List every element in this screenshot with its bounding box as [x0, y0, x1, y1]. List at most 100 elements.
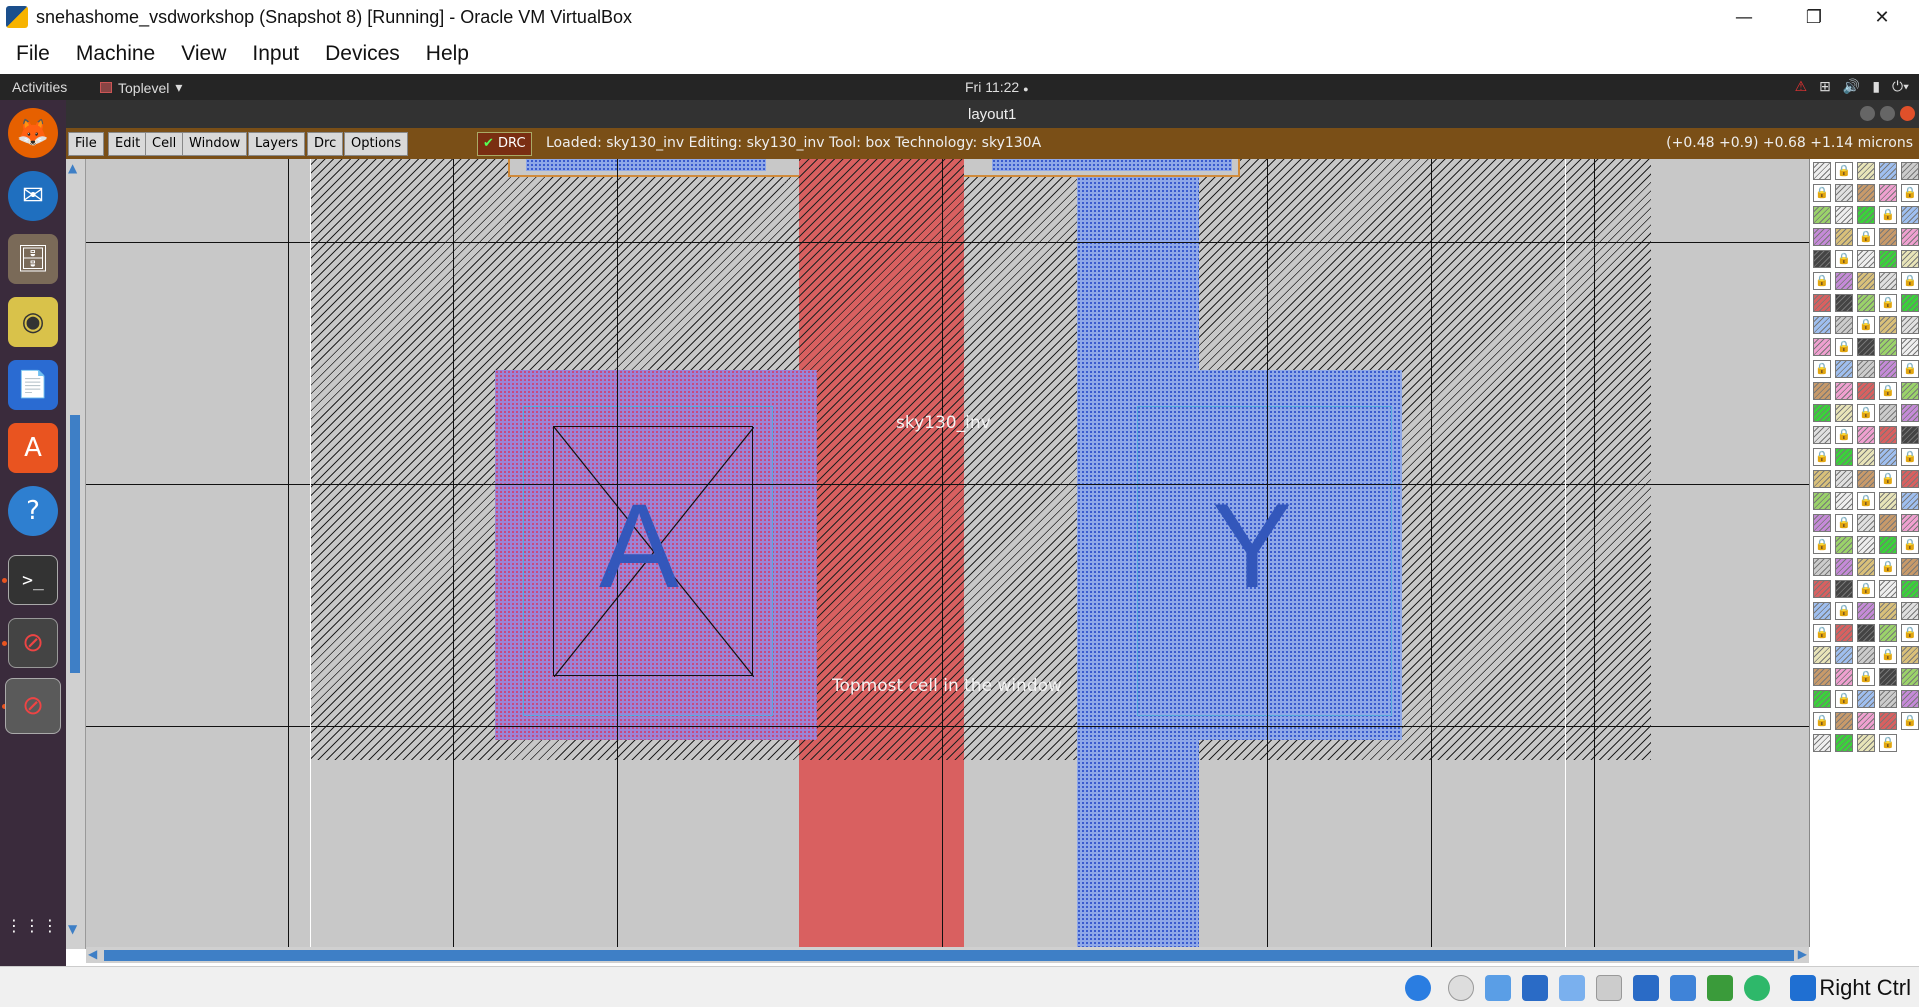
software-icon[interactable]: A	[8, 423, 58, 473]
layer-swatch[interactable]	[1857, 690, 1875, 708]
layer-swatch[interactable]: 🔒	[1879, 734, 1897, 752]
writer-icon[interactable]: 📄	[8, 360, 58, 410]
layer-swatch[interactable]	[1901, 316, 1919, 334]
layer-swatch[interactable]	[1879, 668, 1897, 686]
layer-swatch[interactable]	[1879, 602, 1897, 620]
layer-swatch[interactable]	[1857, 272, 1875, 290]
layer-swatch[interactable]	[1879, 228, 1897, 246]
layer-swatch[interactable]: 🔒	[1813, 360, 1831, 378]
layer-swatch[interactable]	[1857, 250, 1875, 268]
layer-swatch[interactable]	[1879, 162, 1897, 180]
layer-swatch[interactable]	[1813, 580, 1831, 598]
layer-swatch[interactable]	[1835, 294, 1853, 312]
layer-swatch[interactable]	[1901, 580, 1919, 598]
layer-swatch[interactable]	[1835, 184, 1853, 202]
layer-swatch[interactable]	[1835, 228, 1853, 246]
layer-swatch[interactable]	[1857, 338, 1875, 356]
magic-menu-options[interactable]: Options	[344, 132, 409, 156]
layer-swatch[interactable]	[1879, 690, 1897, 708]
app-menu[interactable]: Toplevel ▾	[100, 79, 182, 96]
layer-swatch[interactable]: 🔒	[1813, 272, 1831, 290]
power-menu-icon[interactable]: ⏻▾	[1892, 78, 1909, 95]
layer-swatch[interactable]	[1901, 382, 1919, 400]
layer-swatch[interactable]	[1835, 558, 1853, 576]
layer-swatch[interactable]	[1901, 338, 1919, 356]
rhythmbox-icon[interactable]: ◉	[8, 297, 58, 347]
layer-swatch[interactable]	[1879, 448, 1897, 466]
menu-input[interactable]: Input	[242, 42, 315, 66]
activities-button[interactable]: Activities	[12, 79, 67, 95]
layer-swatch[interactable]: 🔒	[1835, 162, 1853, 180]
layer-swatch[interactable]: 🔒	[1879, 294, 1897, 312]
drc-toggle[interactable]: ✔ DRC	[477, 132, 532, 156]
horizontal-scroll-thumb[interactable]	[104, 950, 1794, 961]
layer-swatch[interactable]: 🔒	[1835, 250, 1853, 268]
layer-swatch[interactable]	[1813, 294, 1831, 312]
layer-swatch[interactable]: 🔒	[1835, 338, 1853, 356]
menu-machine[interactable]: Machine	[66, 42, 171, 66]
menu-view[interactable]: View	[171, 42, 242, 66]
layer-swatch[interactable]	[1835, 470, 1853, 488]
layer-swatch[interactable]	[1857, 712, 1875, 730]
layer-swatch[interactable]	[1813, 514, 1831, 532]
layer-swatch[interactable]	[1813, 228, 1831, 246]
layer-swatch[interactable]: 🔒	[1857, 580, 1875, 598]
layer-swatch[interactable]	[1835, 316, 1853, 334]
recording-icon[interactable]	[1670, 975, 1696, 1001]
layer-swatch[interactable]	[1901, 404, 1919, 422]
layer-swatch[interactable]	[1901, 426, 1919, 444]
layer-swatch[interactable]	[1857, 162, 1875, 180]
layer-swatch[interactable]	[1901, 492, 1919, 510]
files-icon[interactable]: 🗄	[8, 234, 58, 284]
layer-swatch[interactable]	[1857, 426, 1875, 444]
layer-swatch[interactable]	[1813, 250, 1831, 268]
magic-menu-edit[interactable]: Edit	[108, 132, 148, 156]
layer-swatch[interactable]: 🔒	[1901, 272, 1919, 290]
vertical-scrollbar[interactable]: ▲ ▼	[66, 159, 86, 949]
layer-swatch[interactable]	[1835, 712, 1853, 730]
magic-menu-cell[interactable]: Cell	[145, 132, 184, 156]
layer-swatch[interactable]	[1813, 492, 1831, 510]
layer-swatch[interactable]	[1857, 448, 1875, 466]
horizontal-scrollbar[interactable]: ◀ ▶	[86, 947, 1809, 963]
thunderbird-icon[interactable]: ✉	[8, 171, 58, 221]
layer-swatch[interactable]	[1857, 184, 1875, 202]
layer-swatch[interactable]	[1835, 734, 1853, 752]
menu-file[interactable]: File	[6, 42, 66, 66]
layer-swatch[interactable]: 🔒	[1857, 316, 1875, 334]
layer-swatch[interactable]	[1857, 602, 1875, 620]
layer-swatch[interactable]	[1879, 184, 1897, 202]
layer-swatch[interactable]	[1813, 206, 1831, 224]
shared-folder-icon[interactable]	[1596, 975, 1622, 1001]
layer-swatch[interactable]	[1879, 338, 1897, 356]
layer-swatch[interactable]	[1835, 492, 1853, 510]
audio-icon[interactable]	[1485, 975, 1511, 1001]
layer-swatch[interactable]	[1857, 646, 1875, 664]
layer-swatch[interactable]	[1835, 668, 1853, 686]
layer-swatch[interactable]	[1857, 382, 1875, 400]
layer-swatch[interactable]	[1835, 536, 1853, 554]
layer-swatch[interactable]: 🔒	[1879, 206, 1897, 224]
layer-swatch[interactable]	[1813, 426, 1831, 444]
layer-swatch[interactable]	[1835, 646, 1853, 664]
mouse-integration-icon[interactable]	[1744, 975, 1770, 1001]
layer-swatch[interactable]	[1879, 272, 1897, 290]
layout-canvas[interactable]: sky130_inv Topmost cell in the window A …	[86, 159, 1809, 947]
layer-swatch[interactable]: 🔒	[1879, 470, 1897, 488]
layer-swatch[interactable]	[1901, 470, 1919, 488]
layer-swatch[interactable]: 🔒	[1879, 382, 1897, 400]
layer-swatch[interactable]	[1857, 294, 1875, 312]
layer-swatch[interactable]	[1879, 426, 1897, 444]
layer-swatch[interactable]	[1813, 470, 1831, 488]
layer-swatch[interactable]: 🔒	[1835, 514, 1853, 532]
menu-help[interactable]: Help	[416, 42, 485, 66]
keyboard-icon[interactable]	[1790, 975, 1816, 1001]
layer-swatch[interactable]	[1813, 338, 1831, 356]
layer-swatch[interactable]	[1901, 294, 1919, 312]
layer-swatch[interactable]	[1879, 580, 1897, 598]
vertical-scroll-thumb[interactable]	[70, 415, 80, 673]
layer-swatch[interactable]: 🔒	[1879, 558, 1897, 576]
minimize-button[interactable]: —	[1714, 0, 1774, 34]
layer-swatch[interactable]: 🔒	[1857, 668, 1875, 686]
layer-swatch[interactable]	[1857, 624, 1875, 642]
